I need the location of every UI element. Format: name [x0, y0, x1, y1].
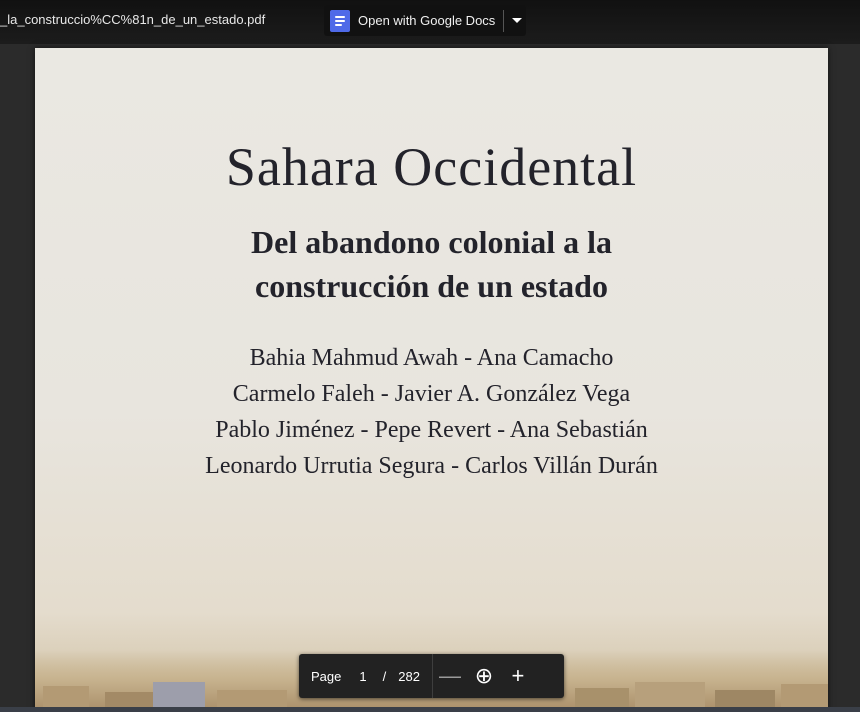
google-docs-icon — [330, 9, 350, 32]
zoom-icon[interactable]: ⊕ — [467, 663, 501, 689]
page-label: Page — [311, 668, 342, 684]
document-subtitle: Del abandono colonial a la construcción … — [35, 220, 828, 308]
author-line: Bahia Mahmud Awah - Ana Camacho — [249, 345, 614, 371]
author-line: Pablo Jiménez - Pepe Revert - Ana Sebast… — [215, 417, 648, 443]
author-list: Bahia Mahmud Awah - Ana Camacho Carmelo … — [35, 340, 828, 484]
author-line: Carmelo Faleh - Javier A. González Vega — [232, 381, 631, 407]
taskbar-strip — [0, 707, 860, 712]
zoom-out-button[interactable]: — — [433, 663, 467, 689]
open-with-google-docs-button[interactable]: Open with Google Docs — [324, 5, 526, 36]
file-name: _la_construccio%CC%81n_de_un_estado.pdf — [0, 12, 266, 27]
document-title: Sahara Occidental — [225, 137, 638, 197]
current-page-input[interactable]: 1 — [359, 669, 366, 684]
subtitle-line: Del abandono colonial a la — [251, 224, 612, 260]
caret-down-icon[interactable] — [512, 18, 523, 23]
subtitle-line: construcción de un estado — [255, 268, 608, 304]
pdf-page: Sahara Occidental Del abandono colonial … — [35, 48, 828, 712]
button-divider — [503, 9, 505, 32]
author-line: Leonardo Urrutia Segura - Carlos Villán … — [205, 453, 658, 479]
viewer-toolbar: _la_construccio%CC%81n_de_un_estado.pdf … — [0, 0, 860, 44]
zoom-in-button[interactable]: + — [501, 663, 535, 689]
open-with-label: Open with Google Docs — [358, 13, 496, 28]
total-pages: 282 — [398, 668, 420, 684]
page-separator: / — [382, 668, 387, 684]
page-controls: Page 1 / 282 — ⊕ + — [299, 654, 564, 698]
